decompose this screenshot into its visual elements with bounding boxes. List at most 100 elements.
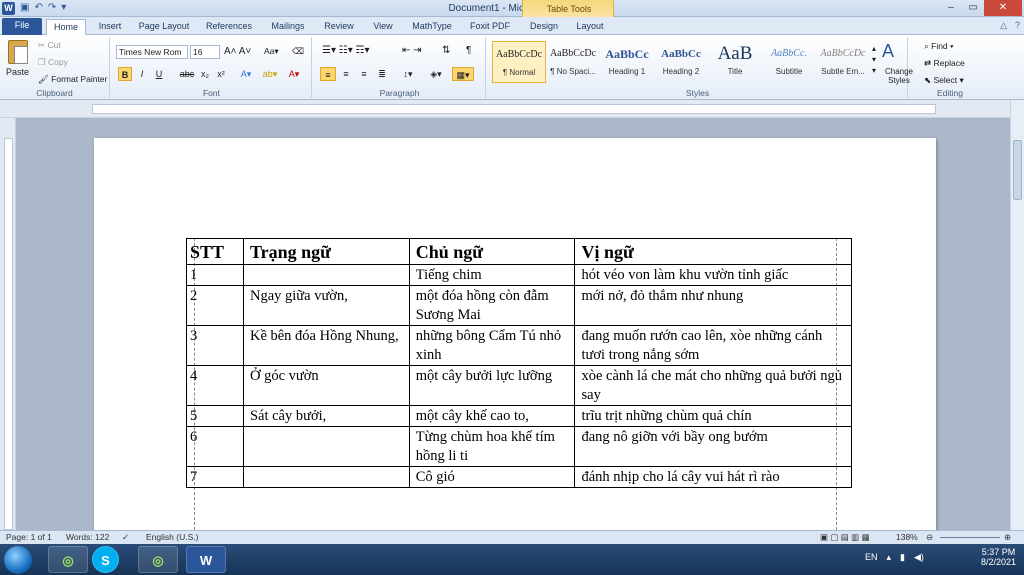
view-buttons[interactable]: ▣ ▢ ▤ ▥ ▦	[820, 532, 870, 543]
paste-button[interactable]: Paste	[6, 67, 29, 77]
replace-button[interactable]: ⇄ Replace	[924, 58, 965, 69]
language-indicator[interactable]: English (U.S.)	[146, 532, 198, 542]
table-cell[interactable]: Kề bên đóa Hồng Nhung,	[242, 325, 410, 366]
style-no-spacing[interactable]: AaBbCcDc ¶ No Spaci...	[546, 41, 600, 83]
table-cell[interactable]	[242, 264, 410, 286]
align-center-icon[interactable]: ≡	[338, 67, 354, 81]
style-heading-1[interactable]: AaBbCc Heading 1	[600, 41, 654, 83]
paste-icon[interactable]	[8, 40, 28, 64]
strikethrough-button[interactable]: abc	[178, 67, 196, 81]
style-normal[interactable]: AaBbCcDc ¶ Normal	[492, 41, 546, 83]
tab-page-layout[interactable]: Page Layout	[134, 19, 194, 35]
font-name-select[interactable]: Times New Rom	[116, 45, 188, 59]
spellcheck-icon[interactable]: ✓	[122, 532, 129, 543]
word-count[interactable]: Words: 122	[66, 532, 109, 542]
minimize-ribbon-icon[interactable]: △	[1000, 20, 1007, 31]
tab-home[interactable]: Home	[46, 19, 86, 36]
vertical-scrollbar[interactable]	[1010, 100, 1024, 530]
help-icon[interactable]: ?	[1015, 20, 1020, 31]
table-cell[interactable]: Cô gió	[408, 466, 576, 488]
table-cell[interactable]	[242, 426, 410, 467]
tab-insert[interactable]: Insert	[90, 19, 130, 35]
change-styles-button[interactable]: Change Styles	[882, 67, 916, 85]
close-button[interactable]: ✕	[984, 0, 1022, 16]
subscript-button[interactable]: x₂	[198, 67, 212, 81]
find-button[interactable]: ⌕ Find ▾	[924, 41, 954, 52]
sort-icon[interactable]: ⇅	[442, 45, 450, 56]
style-subtitle[interactable]: AaBbCc. Subtitle	[762, 41, 816, 83]
change-case-icon[interactable]: Aa▾	[264, 46, 279, 57]
table-cell[interactable]: Từng chùm hoa khế tím hồng li ti	[408, 426, 576, 467]
horizontal-ruler[interactable]	[0, 100, 1024, 118]
table-cell[interactable]: 7	[186, 466, 244, 488]
style-subtle-emphasis[interactable]: AaBbCcDc Subtle Em...	[816, 41, 870, 83]
style-title[interactable]: AaB Title	[708, 41, 762, 83]
table-cell[interactable]: đang nô giỡn với bầy ong bướm	[574, 426, 852, 467]
tab-mailings[interactable]: Mailings	[264, 19, 312, 35]
cut-button[interactable]: ✂ Cut	[38, 40, 61, 51]
highlight-icon[interactable]: ab▾	[260, 67, 280, 81]
table-cell[interactable]: Ở góc vườn	[242, 365, 410, 406]
page-count[interactable]: Page: 1 of 1	[6, 532, 52, 542]
table-cell[interactable]: 3	[186, 325, 244, 366]
line-spacing-icon[interactable]: ↕▾	[398, 67, 418, 81]
table-cell[interactable]: 5	[186, 405, 244, 427]
style-heading-2[interactable]: AaBbCc Heading 2	[654, 41, 708, 83]
underline-button[interactable]: U	[152, 67, 166, 81]
table-cell[interactable]: 1	[186, 264, 244, 286]
document-table[interactable]: STT Trạng ngữ Chủ ngữ Vị ngữ 1 Tiếng chim…	[186, 238, 852, 488]
indent-icon[interactable]: ⇤ ⇥	[402, 45, 422, 56]
table-cell[interactable]: những bông Cẩm Tú nhỏ xinh	[408, 325, 576, 366]
format-painter-button[interactable]: 🖌 Format Painter	[38, 74, 107, 85]
clock[interactable]: 5:37 PM 8/2/2021	[981, 547, 1016, 567]
select-button[interactable]: ⬉ Select ▾	[924, 75, 964, 86]
table-header-cell[interactable]: Chủ ngữ	[408, 238, 576, 265]
change-styles-icon[interactable]: A	[882, 41, 894, 62]
styles-scroll-icon[interactable]: ▴ ▾ ▾	[872, 43, 876, 76]
zoom-in-button[interactable]: ⊕	[1004, 532, 1011, 543]
scrollbar-thumb[interactable]	[1013, 140, 1022, 200]
start-button[interactable]	[4, 546, 32, 574]
table-header-cell[interactable]: Trạng ngữ	[242, 238, 410, 265]
bullets-icon[interactable]: ☰▾ ☷▾ ☶▾	[322, 45, 370, 56]
table-cell[interactable]: trĩu trịt những chùm quả chín	[574, 405, 852, 427]
table-cell[interactable]: đang muốn rướn cao lên, xòe những cánh t…	[574, 325, 852, 366]
tab-file[interactable]: File	[2, 18, 42, 35]
word-taskbar-icon[interactable]: W	[186, 546, 226, 573]
browser-icon[interactable]: ◎	[138, 546, 178, 573]
grow-font-icon[interactable]: A˄ A˅	[224, 46, 251, 57]
clear-format-icon[interactable]: ⌫	[292, 46, 304, 57]
italic-button[interactable]: I	[136, 67, 148, 81]
browser-icon[interactable]: ◎	[48, 546, 88, 573]
table-cell[interactable]: Sát cây bưởi,	[242, 405, 410, 427]
skype-icon[interactable]: S	[92, 546, 119, 573]
align-left-icon[interactable]: ≡	[320, 67, 336, 81]
tab-foxit-pdf[interactable]: Foxit PDF	[464, 19, 516, 35]
table-cell[interactable]: Tiếng chim	[408, 264, 576, 286]
table-cell[interactable]: một cây bưởi lực lưỡng	[408, 365, 576, 406]
font-size-select[interactable]: 16	[190, 45, 220, 59]
volume-icon[interactable]: ◀)	[914, 552, 924, 563]
minimize-button[interactable]: –	[940, 0, 962, 16]
tab-references[interactable]: References	[200, 19, 258, 35]
copy-button[interactable]: ❐ Copy	[38, 57, 68, 68]
align-right-icon[interactable]: ≡	[356, 67, 372, 81]
tab-mathtype[interactable]: MathType	[406, 19, 458, 35]
table-cell[interactable]: mới nở, đỏ thắm như nhung	[574, 285, 852, 326]
table-cell[interactable]: Ngay giữa vườn,	[242, 285, 410, 326]
table-cell[interactable]: đánh nhịp cho lá cây vui hát rì rào	[574, 466, 852, 488]
text-effects-icon[interactable]: A▾	[236, 67, 256, 81]
zoom-out-button[interactable]: ⊖	[926, 532, 933, 543]
zoom-level[interactable]: 138%	[896, 532, 918, 542]
table-cell[interactable]	[242, 466, 410, 488]
tab-review[interactable]: Review	[318, 19, 360, 35]
tab-layout[interactable]: Layout	[570, 19, 610, 35]
table-cell[interactable]: một cây khế cao to,	[408, 405, 576, 427]
maximize-button[interactable]: ▭	[962, 0, 984, 16]
bold-button[interactable]: B	[118, 67, 132, 81]
superscript-button[interactable]: x²	[214, 67, 228, 81]
font-color-icon[interactable]: A▾	[284, 67, 304, 81]
tab-view[interactable]: View	[366, 19, 400, 35]
tab-design[interactable]: Design	[524, 19, 564, 35]
table-cell[interactable]: xòe cành lá che mát cho những quả bưởi n…	[574, 365, 852, 406]
